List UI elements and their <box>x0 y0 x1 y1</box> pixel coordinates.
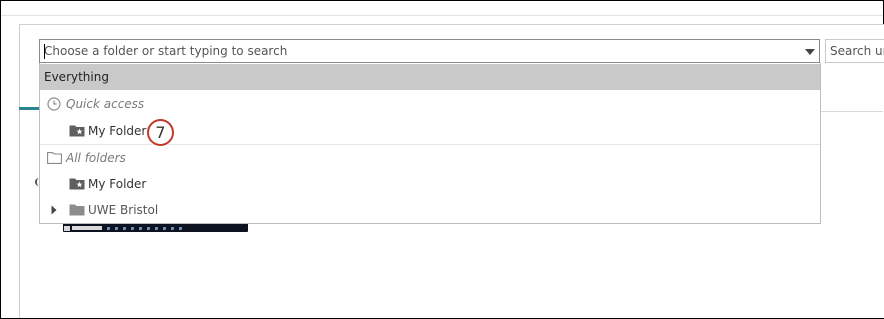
text-caret <box>44 44 45 59</box>
menu-item-everything[interactable]: Everything <box>40 64 820 90</box>
menu-item-uwe-bristol[interactable]: UWE Bristol <box>40 197 820 223</box>
clock-icon <box>47 97 61 111</box>
folder-icon <box>69 204 85 216</box>
taskbar-app-icon <box>155 227 158 230</box>
taskbar-app-icon <box>115 227 118 230</box>
windows-icon <box>64 226 70 231</box>
taskbar-app-icon <box>139 227 142 230</box>
menu-item-label: My Folder <box>88 124 147 138</box>
search-input[interactable] <box>830 42 884 60</box>
folder-star-icon <box>69 178 85 190</box>
taskbar-app-icon <box>179 227 182 230</box>
folder-search-input[interactable] <box>44 41 784 61</box>
section-label: All folders <box>66 151 126 165</box>
menu-item-label: Everything <box>44 70 109 84</box>
active-tab-indicator <box>19 107 40 110</box>
menu-item-label: UWE Bristol <box>88 203 159 217</box>
taskbar-app-icon <box>131 227 134 230</box>
step-callout: 7 <box>147 119 174 146</box>
taskbar-app-icon <box>123 227 126 230</box>
taskbar-app-icon <box>163 227 166 230</box>
taskbar-app-icon <box>147 227 150 230</box>
section-label: Quick access <box>66 97 145 111</box>
folder-star-icon <box>69 125 85 137</box>
taskbar-app-icon <box>107 227 110 230</box>
menu-item-my-folder[interactable]: My Folder <box>40 171 820 197</box>
background-divider <box>821 111 883 112</box>
section-quick-access: Quick access <box>40 91 820 117</box>
folder-outline-icon <box>47 152 62 164</box>
menu-item-label: My Folder <box>88 177 147 191</box>
top-divider <box>1 15 883 16</box>
chevron-down-icon[interactable] <box>805 49 815 55</box>
video-thumbnail[interactable] <box>63 224 248 232</box>
caret-right-icon[interactable] <box>51 205 57 215</box>
folder-picker[interactable] <box>39 39 820 63</box>
search-box[interactable] <box>825 39 884 63</box>
section-all-folders: All folders <box>40 145 820 171</box>
taskbar-search <box>72 226 102 230</box>
taskbar-app-icon <box>171 227 174 230</box>
